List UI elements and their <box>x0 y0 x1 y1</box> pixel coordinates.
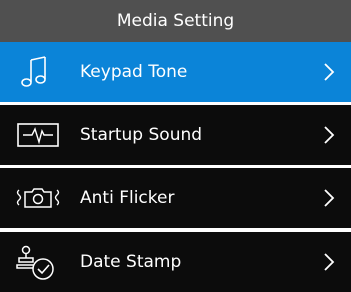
chevron-right-icon <box>323 188 335 208</box>
date-stamp-icon <box>14 244 62 280</box>
media-setting-screen: Media Setting Keypad Tone Startup Sound <box>0 0 351 292</box>
chevron-right-icon <box>323 252 335 272</box>
menu-item-date-stamp[interactable]: Date Stamp <box>0 232 351 292</box>
camera-flicker-icon <box>14 180 62 216</box>
page-title: Media Setting <box>116 11 235 31</box>
menu-item-anti-flicker[interactable]: Anti Flicker <box>0 168 351 228</box>
chevron-right-icon <box>323 62 335 82</box>
menu-item-label: Startup Sound <box>80 125 203 145</box>
menu-item-label: Date Stamp <box>80 252 182 272</box>
menu-item-startup-sound[interactable]: Startup Sound <box>0 105 351 165</box>
header-bar: Media Setting <box>0 0 351 42</box>
menu-item-label: Anti Flicker <box>80 188 175 208</box>
chevron-right-icon <box>323 125 335 145</box>
menu-item-keypad-tone[interactable]: Keypad Tone <box>0 42 351 102</box>
menu-item-label: Keypad Tone <box>80 62 188 82</box>
waveform-icon <box>14 117 62 153</box>
music-note-icon <box>14 54 62 90</box>
